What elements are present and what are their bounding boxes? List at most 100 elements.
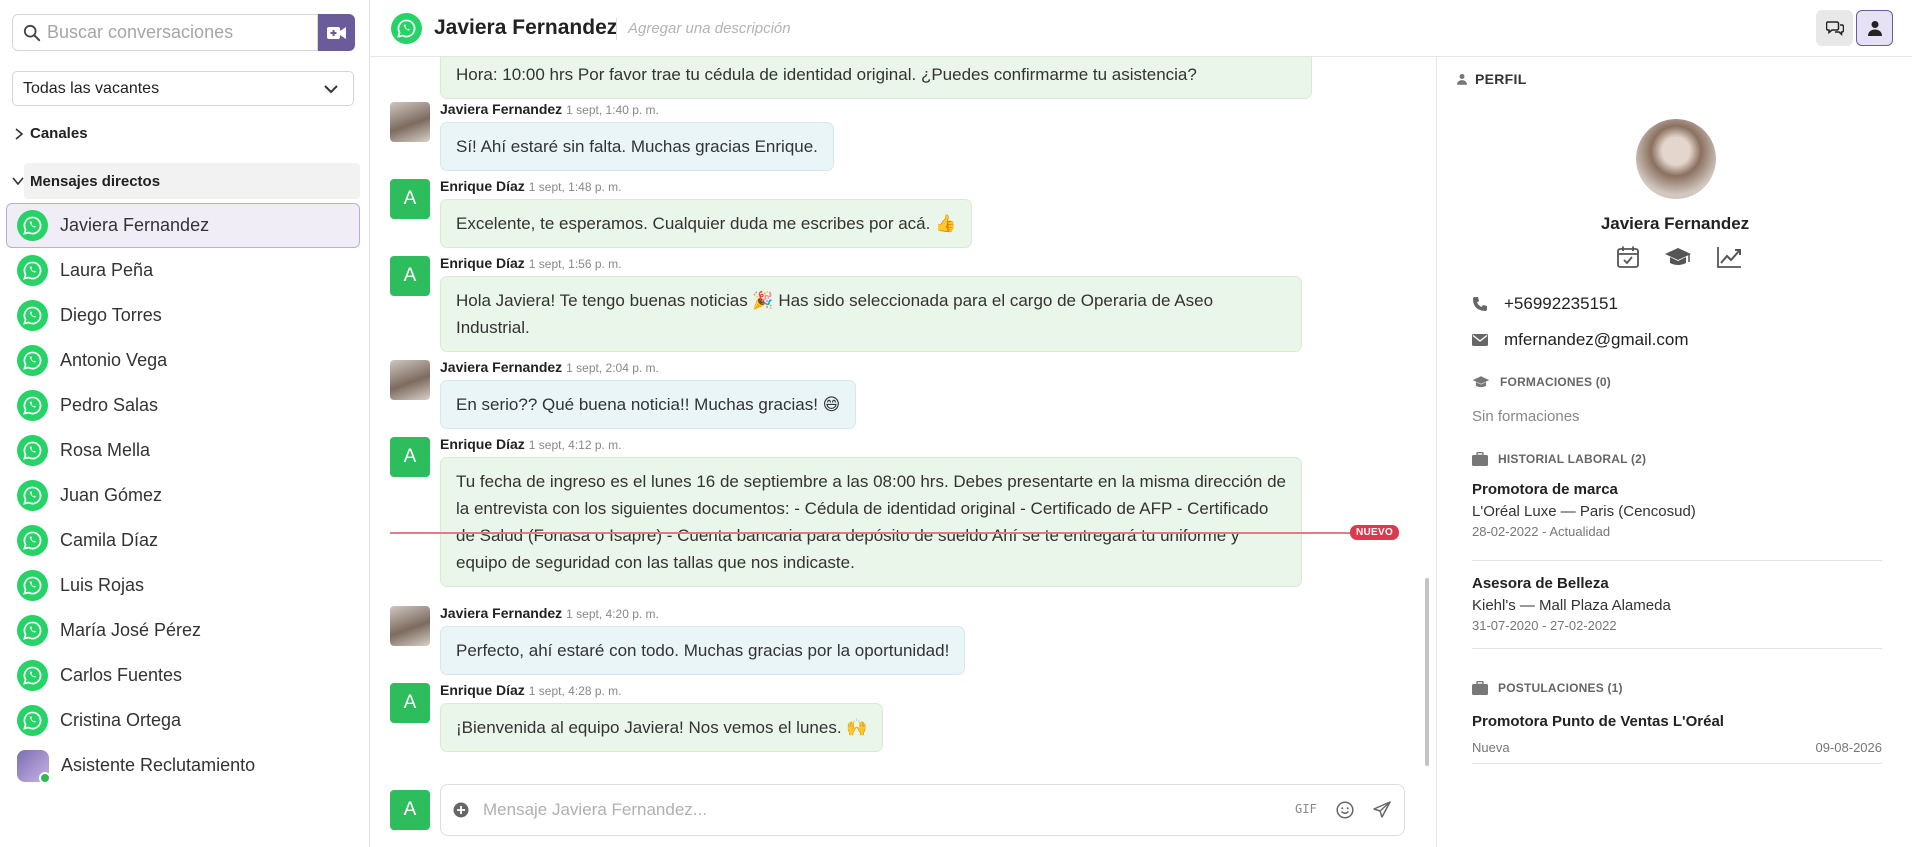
envelope-icon xyxy=(1472,334,1488,346)
contact-item-assistant[interactable]: Asistente Reclutamiento xyxy=(6,743,360,788)
applications-heading: POSTULACIONES (1) xyxy=(1472,681,1623,695)
trainings-empty: Sin formaciones xyxy=(1472,408,1580,425)
add-description-link[interactable]: Agregar una descripción xyxy=(628,20,791,37)
applications-heading-label: POSTULACIONES (1) xyxy=(1498,681,1623,695)
vacancy-filter-value: Todas las vacantes xyxy=(23,80,160,97)
direct-messages-section-toggle[interactable]: Mensajes directos xyxy=(12,163,360,199)
new-conversation-button[interactable] xyxy=(318,14,355,51)
contact-name: Cristina Ortega xyxy=(60,710,182,730)
chat-bubbles-icon xyxy=(1825,21,1844,36)
contact-avatar xyxy=(390,360,430,400)
contact-item[interactable]: Javiera Fernandez xyxy=(6,203,360,248)
profile-phone-row: +56992235151 xyxy=(1472,294,1618,314)
chart-line-icon[interactable] xyxy=(1716,245,1742,269)
user-icon xyxy=(1867,21,1882,36)
message-input[interactable] xyxy=(483,785,1263,835)
application-item[interactable]: Promotora Punto de Ventas L'Oréal Nueva … xyxy=(1472,713,1882,764)
message-meta: Enrique Díaz 1 sept, 1:56 p. m. xyxy=(440,255,622,271)
contact-item[interactable]: Laura Peña xyxy=(6,248,360,293)
application-date: 09-08-2026 xyxy=(1815,740,1883,755)
contact-item[interactable]: Camila Díaz xyxy=(6,518,360,563)
add-attachment-icon[interactable] xyxy=(453,802,469,818)
contact-name: Asistente Reclutamiento xyxy=(61,755,256,775)
work-history-heading-label: HISTORIAL LABORAL (2) xyxy=(1498,452,1647,466)
send-icon[interactable] xyxy=(1373,801,1391,819)
conversations-toggle-button[interactable] xyxy=(1816,10,1853,46)
message-author: Javiera Fernandez xyxy=(440,359,563,375)
contact-name: Carlos Fuentes xyxy=(60,665,183,685)
message-author: Enrique Díaz xyxy=(440,682,525,698)
contact-name: Rosa Mella xyxy=(60,440,151,460)
contact-item[interactable]: Cristina Ortega xyxy=(6,698,360,743)
briefcase-icon xyxy=(1472,452,1488,466)
profile-email-row: mfernandez@gmail.com xyxy=(1472,330,1689,350)
contact-item[interactable]: Pedro Salas xyxy=(6,383,360,428)
contact-item[interactable]: Carlos Fuentes xyxy=(6,653,360,698)
contact-name: Pedro Salas xyxy=(60,395,159,415)
emoji-icon[interactable] xyxy=(1336,801,1354,819)
whatsapp-icon xyxy=(17,480,48,511)
message-bubble: Excelente, te esperamos. Cualquier duda … xyxy=(440,199,973,248)
profile-email[interactable]: mfernandez@gmail.com xyxy=(1504,330,1689,350)
channels-section-toggle[interactable]: Canales xyxy=(14,125,88,142)
chevron-down-icon xyxy=(324,85,338,94)
agent-avatar: A xyxy=(390,683,430,723)
header-divider xyxy=(616,18,617,40)
contact-item[interactable]: Diego Torres xyxy=(6,293,360,338)
message-time: 1 sept, 2:04 p. m. xyxy=(566,361,659,375)
search-icon xyxy=(23,24,41,42)
message-meta: Javiera Fernandez 1 sept, 4:20 p. m. xyxy=(440,605,659,621)
contact-name: Antonio Vega xyxy=(60,350,168,370)
contact-name: Javiera Fernandez xyxy=(60,215,210,235)
whatsapp-icon xyxy=(17,525,48,556)
vacancy-filter-select[interactable]: Todas las vacantes xyxy=(12,71,354,106)
contact-avatar xyxy=(390,102,430,142)
agent-avatar: A xyxy=(390,256,430,296)
sidebar: Todas las vacantes Canales Mensajes dire… xyxy=(0,0,370,847)
contact-name: Luis Rojas xyxy=(60,575,145,595)
trainings-heading: FORMACIONES (0) xyxy=(1472,375,1611,389)
message-time: 1 sept, 1:48 p. m. xyxy=(528,180,622,194)
job-title: Asesora de Belleza xyxy=(1472,575,1609,592)
channels-section-label: Canales xyxy=(30,125,88,142)
briefcase-icon xyxy=(1472,681,1488,695)
job-dates: 31-07-2020 - 27-02-2022 xyxy=(1472,618,1617,633)
application-title: Promotora Punto de Ventas L'Oréal xyxy=(1472,713,1724,730)
message-composer: GIF xyxy=(440,784,1405,836)
contact-name: Juan Gómez xyxy=(60,485,163,505)
profile-phone[interactable]: +56992235151 xyxy=(1504,294,1618,314)
message-bubble: En serio?? Qué buena noticia!! Muchas gr… xyxy=(440,380,857,429)
gif-button[interactable]: GIF xyxy=(1295,802,1317,816)
work-history-item: Asesora de Belleza Kiehl's — Mall Plaza … xyxy=(1472,575,1882,649)
chevron-right-icon xyxy=(15,127,24,140)
search-input[interactable] xyxy=(47,15,311,50)
search-box[interactable] xyxy=(12,14,318,51)
profile-toggle-button[interactable] xyxy=(1856,10,1893,46)
whatsapp-icon xyxy=(391,13,422,44)
message-meta: Enrique Díaz 1 sept, 1:48 p. m. xyxy=(440,178,622,194)
message-meta: Javiera Fernandez 1 sept, 2:04 p. m. xyxy=(440,359,659,375)
scrollbar-thumb[interactable] xyxy=(1425,578,1429,766)
calendar-check-icon[interactable] xyxy=(1616,245,1640,269)
message-bubble: Sí! Ahí estaré sin falta. Muchas gracias… xyxy=(440,122,834,171)
message-bubble: Hola Javiera! Te tengo buenas noticias 🎉… xyxy=(440,276,1302,352)
profile-heading-label: PERFIL xyxy=(1475,71,1527,87)
contact-item[interactable]: Antonio Vega xyxy=(6,338,360,383)
message-time: 1 sept, 4:20 p. m. xyxy=(566,607,659,621)
new-messages-divider xyxy=(390,532,1393,534)
profile-quick-actions xyxy=(1616,245,1742,269)
message-bubble: Hora: 10:00 hrs Por favor trae tu cédula… xyxy=(440,57,1312,99)
contact-item[interactable]: Luis Rojas xyxy=(6,563,360,608)
direct-messages-section-label: Mensajes directos xyxy=(30,172,161,190)
whatsapp-icon xyxy=(17,435,48,466)
contact-item[interactable]: Rosa Mella xyxy=(6,428,360,473)
contact-item[interactable]: María José Pérez xyxy=(6,608,360,653)
whatsapp-icon xyxy=(17,300,48,331)
message-time: 1 sept, 1:40 p. m. xyxy=(566,103,659,117)
graduation-cap-icon[interactable] xyxy=(1664,245,1692,269)
contact-name: María José Pérez xyxy=(60,620,202,640)
message-meta: Javiera Fernandez 1 sept, 1:40 p. m. xyxy=(440,101,659,117)
contact-item[interactable]: Juan Gómez xyxy=(6,473,360,518)
contact-name: Diego Torres xyxy=(60,305,162,325)
whatsapp-icon xyxy=(17,210,48,241)
